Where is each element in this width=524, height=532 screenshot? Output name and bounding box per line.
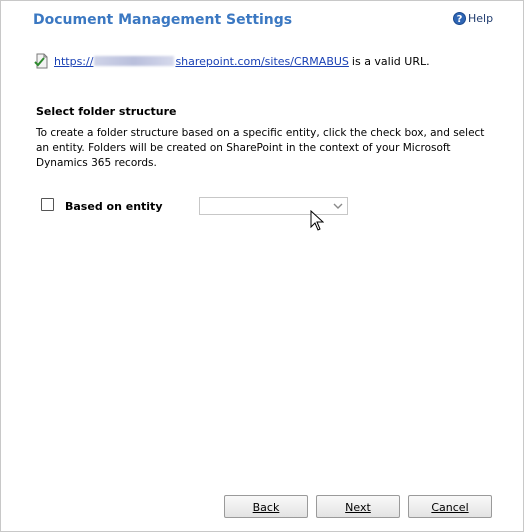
based-on-entity-label[interactable]: Based on entity <box>65 200 163 213</box>
cancel-button[interactable]: Cancel <box>408 495 492 518</box>
sharepoint-url-link[interactable]: https:// sharepoint.com/sites/CRMABUS <box>54 55 349 68</box>
url-status-text: is a valid URL. <box>351 54 430 68</box>
back-button-label: Back <box>252 501 280 514</box>
next-button[interactable]: Next <box>316 495 400 518</box>
document-check-icon <box>34 53 48 69</box>
redacted-url-segment <box>94 56 175 66</box>
url-suffix: sharepoint.com/sites/CRMABUS <box>175 54 349 68</box>
folder-structure-description: To create a folder structure based on a … <box>36 127 485 169</box>
cancel-button-label: Cancel <box>431 501 469 514</box>
based-on-entity-checkbox[interactable] <box>41 198 54 211</box>
help-link[interactable]: ? Help <box>453 12 493 25</box>
url-status-row: https:// sharepoint.com/sites/CRMABUS is… <box>34 53 430 69</box>
help-icon[interactable]: ? <box>453 12 466 25</box>
help-label[interactable]: Help <box>468 12 493 25</box>
mouse-pointer-icon <box>310 210 324 231</box>
back-button[interactable]: Back <box>224 495 308 518</box>
folder-structure-heading: Select folder structure <box>36 105 177 118</box>
chevron-down-icon <box>333 203 343 209</box>
next-button-label: Next <box>345 501 371 514</box>
dialog-window: Document Management Settings ? Help http… <box>0 0 524 532</box>
dialog-title: Document Management Settings <box>33 12 293 28</box>
entity-select[interactable] <box>199 197 348 215</box>
url-prefix: https:// <box>54 54 94 68</box>
